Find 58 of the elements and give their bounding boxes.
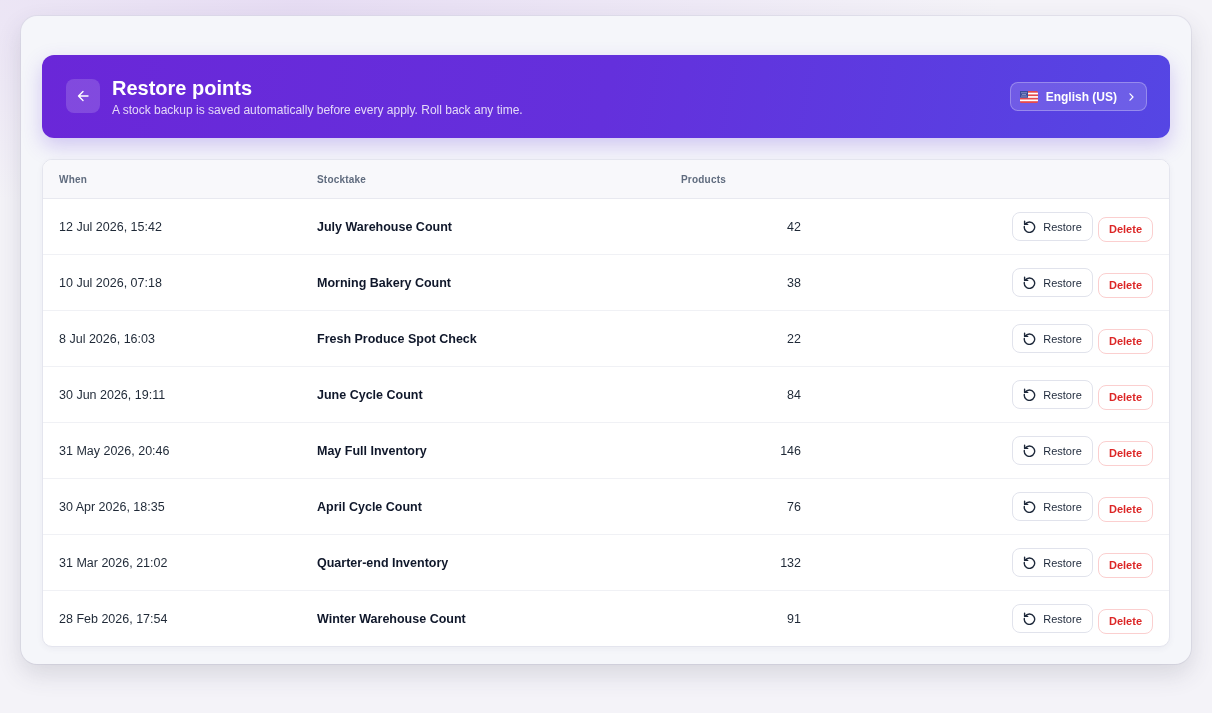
restore-button[interactable]: Restore: [1012, 492, 1093, 521]
restore-button[interactable]: Restore: [1012, 212, 1093, 241]
stocktake-name: Winter Warehouse Count: [317, 611, 466, 626]
language-button[interactable]: English (US): [1009, 82, 1147, 111]
date-time-text: 31 Mar 2026, 21:02: [59, 555, 168, 570]
date-time-text: 10 Jul 2026, 07:18: [59, 275, 162, 290]
restore-button[interactable]: Restore: [1012, 436, 1093, 465]
stocktake-name: July Warehouse Count: [317, 219, 452, 234]
circular-arrow-icon: [1023, 276, 1037, 289]
circular-arrow-icon: [1023, 612, 1037, 625]
product-count: 91: [787, 611, 801, 626]
flag-icon: [1019, 90, 1038, 103]
left-arrow-icon: [77, 89, 89, 102]
restore-button[interactable]: Restore: [1012, 380, 1093, 409]
restore-button[interactable]: Restore: [1012, 604, 1093, 633]
product-count: 42: [787, 219, 801, 234]
restore-button[interactable]: Restore: [1012, 548, 1093, 577]
product-count: 22: [787, 331, 801, 346]
delete-button[interactable]: Delete: [1098, 552, 1153, 578]
product-count: 38: [787, 275, 801, 290]
circular-arrow-icon: [1023, 444, 1037, 457]
delete-button[interactable]: Delete: [1098, 272, 1153, 298]
circular-arrow-icon: [1023, 388, 1037, 401]
delete-button[interactable]: Delete: [1098, 440, 1153, 466]
delete-button[interactable]: Delete: [1098, 608, 1153, 634]
date-time-text: 28 Feb 2026, 17:54: [59, 611, 168, 626]
stocktake-name: Morning Bakery Count: [317, 275, 452, 290]
delete-button[interactable]: Delete: [1098, 328, 1153, 354]
stocktake-name: May Full Inventory: [317, 443, 427, 458]
circular-arrow-icon: [1023, 500, 1037, 513]
stocktake-name: Fresh Produce Spot Check: [317, 331, 477, 346]
circular-arrow-icon: [1023, 556, 1037, 569]
delete-button[interactable]: Delete: [1098, 384, 1153, 410]
product-count: 76: [787, 499, 801, 514]
delete-button[interactable]: Delete: [1098, 216, 1153, 242]
restore-button[interactable]: Restore: [1012, 324, 1093, 353]
stocktake-name: April Cycle Count: [317, 499, 422, 514]
restore-button[interactable]: Restore: [1012, 268, 1093, 297]
date-time-text: 31 May 2026, 20:46: [59, 443, 170, 458]
page-subtitle: A stock backup is saved automatically before every apply. Roll back any time.: [112, 102, 523, 118]
back-button[interactable]: [66, 78, 100, 113]
stocktake-name: June Cycle Count: [317, 387, 423, 402]
stocktake-name: Quarter-end Inventory: [317, 555, 449, 570]
circular-arrow-icon: [1023, 220, 1037, 233]
page-title: Restore points: [112, 75, 253, 100]
circular-arrow-icon: [1023, 332, 1037, 345]
product-count: 146: [780, 443, 801, 458]
column-header: When: [59, 173, 88, 185]
date-time-text: 8 Jul 2026, 16:03: [59, 331, 155, 346]
product-count: 84: [787, 387, 801, 402]
product-count: 132: [780, 555, 801, 570]
chevron-right-icon: [1129, 92, 1134, 101]
date-time-text: 12 Jul 2026, 15:42: [59, 219, 162, 234]
date-time-text: 30 Jun 2026, 19:11: [59, 387, 166, 402]
date-time-text: 30 Apr 2026, 18:35: [59, 499, 165, 514]
column-header: Stocktake: [317, 173, 367, 185]
delete-button[interactable]: Delete: [1098, 496, 1153, 522]
column-header: Products: [681, 173, 726, 185]
